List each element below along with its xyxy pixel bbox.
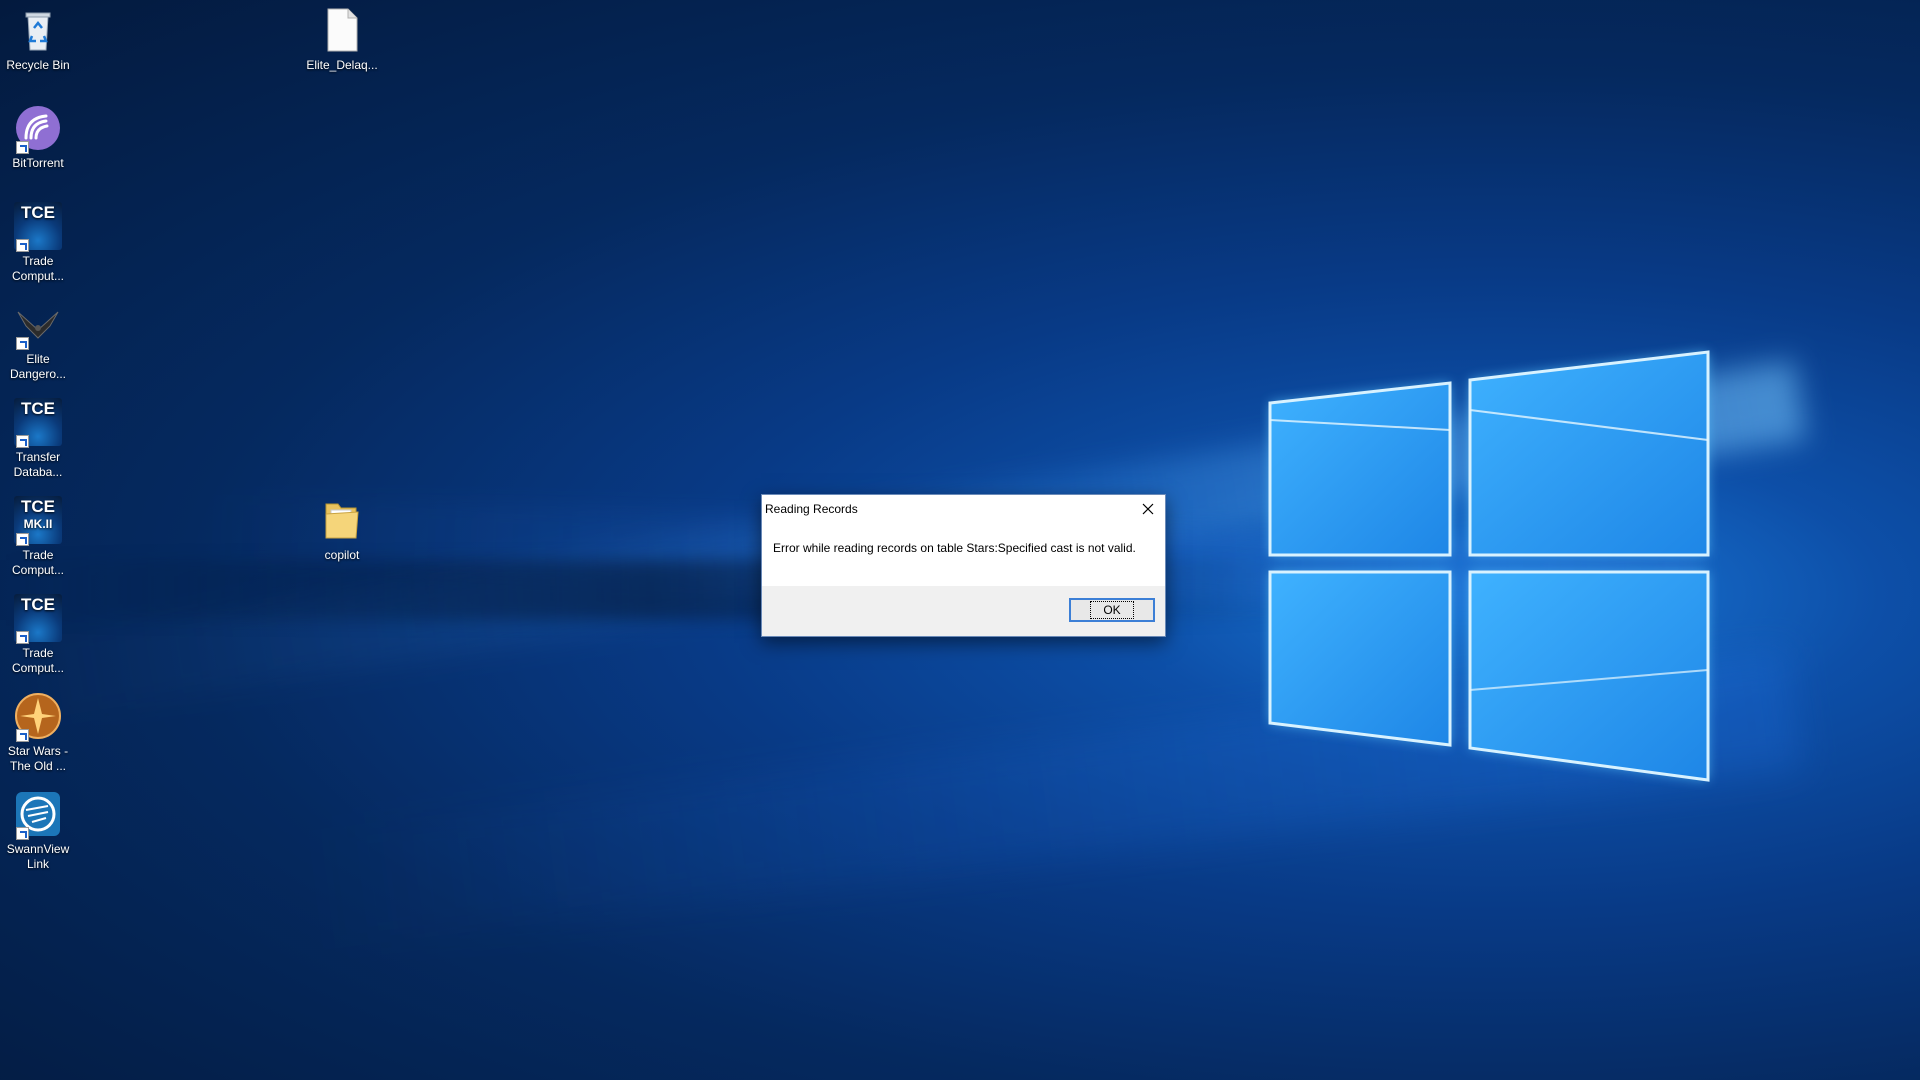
windows-logo: [1268, 350, 1710, 782]
desktop-icon-elite-delaq-file[interactable]: Elite_Delaq...: [304, 6, 380, 73]
desktop-icon-transfer-database[interactable]: TCE Transfer Databa...: [0, 398, 76, 480]
tce-mkii-text: MK.II: [23, 517, 53, 531]
desktop-icon-label: BitTorrent: [12, 156, 64, 170]
desktop-icon-recycle-bin[interactable]: Recycle Bin: [0, 6, 76, 73]
desktop-icon-label: Trade Comput...: [11, 254, 65, 283]
desktop-icon-label: Trade Comput...: [11, 646, 65, 675]
shortcut-arrow-icon: [16, 141, 29, 154]
ok-button[interactable]: OK: [1069, 598, 1155, 622]
desktop-icon-trade-computer-mkii[interactable]: TCE MK.II Trade Comput...: [0, 496, 76, 578]
dialog-title-bar[interactable]: Reading Records: [762, 495, 1165, 523]
shortcut-arrow-icon: [16, 239, 29, 252]
file-icon: [318, 6, 366, 54]
dialog-message: Error while reading records on table Sta…: [773, 541, 1136, 555]
desktop-icon-label: Elite Dangero...: [9, 352, 67, 381]
desktop-icon-label: Recycle Bin: [6, 58, 70, 72]
ok-button-label: OK: [1090, 601, 1134, 619]
desktop-icon-label: Trade Comput...: [11, 548, 65, 577]
tce-icon: TCE: [14, 594, 62, 644]
tce-mkii-icon: TCE MK.II: [14, 496, 62, 546]
bittorrent-icon: [14, 104, 62, 154]
shortcut-arrow-icon: [16, 337, 29, 350]
dialog-title: Reading Records: [765, 502, 858, 516]
desktop-icon-star-wars[interactable]: Star Wars - The Old ...: [0, 692, 76, 774]
tce-logo-text: TCE: [21, 203, 55, 222]
desktop-icon-elite-dangerous[interactable]: Elite Dangero...: [0, 300, 76, 382]
desktop-icon-swannview-link[interactable]: SwannView Link: [0, 790, 76, 872]
recycle-bin-icon: [14, 6, 62, 54]
elite-dangerous-icon: [14, 300, 62, 350]
desktop-icon-label: copilot: [324, 548, 360, 562]
dialog-footer: OK: [762, 586, 1165, 636]
desktop-icon-label: SwannView Link: [6, 842, 70, 871]
tce-logo-text: TCE: [21, 399, 55, 418]
shortcut-arrow-icon: [16, 729, 29, 742]
desktop-icon-trade-computer-2[interactable]: TCE Trade Comput...: [0, 594, 76, 676]
desktop-icon-label: Transfer Databa...: [13, 450, 63, 479]
shortcut-arrow-icon: [16, 631, 29, 644]
dialog-message-area: Error while reading records on table Sta…: [762, 523, 1165, 579]
close-button[interactable]: [1131, 495, 1165, 523]
desktop-icon-label: Elite_Delaq...: [306, 58, 378, 72]
desktop-icon-trade-computer[interactable]: TCE Trade Comput...: [0, 202, 76, 284]
tce-logo-text: TCE: [21, 595, 55, 614]
tce-icon: TCE: [14, 398, 62, 448]
shortcut-arrow-icon: [16, 827, 29, 840]
swannview-icon: [14, 790, 62, 840]
folder-icon: [318, 496, 366, 544]
desktop-icon-copilot-folder[interactable]: copilot: [304, 496, 380, 563]
tce-icon: TCE: [14, 202, 62, 252]
shortcut-arrow-icon: [16, 435, 29, 448]
desktop-icon-label: Star Wars - The Old ...: [7, 744, 69, 773]
desktop-icon-bittorrent[interactable]: BitTorrent: [0, 104, 76, 171]
tce-logo-text: TCE: [21, 497, 55, 516]
close-icon: [1142, 503, 1154, 515]
shortcut-arrow-icon: [16, 533, 29, 546]
star-wars-icon: [14, 692, 62, 742]
reading-records-dialog[interactable]: Reading Records Error while reading reco…: [761, 494, 1166, 637]
